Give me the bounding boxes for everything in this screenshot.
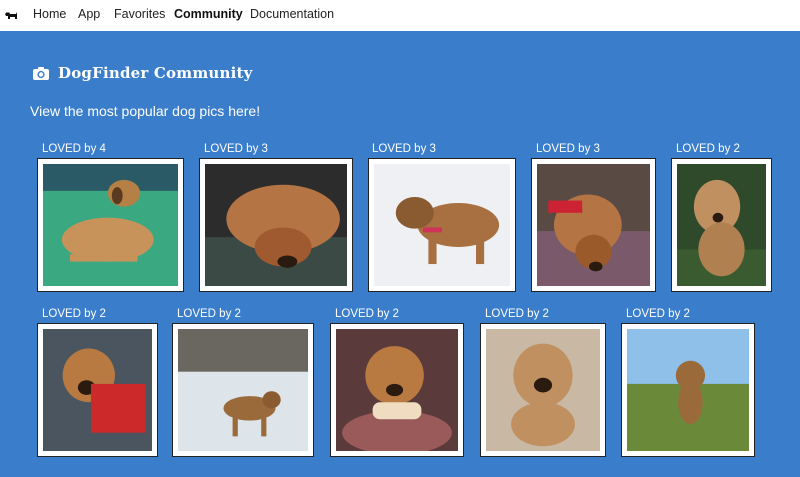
loved-count-label: LOVED by 3	[204, 143, 268, 155]
loved-count-label: LOVED by 3	[536, 143, 600, 155]
dog-photo-card[interactable]	[671, 158, 772, 292]
dog-photo	[205, 164, 347, 286]
dog-photo-card[interactable]	[330, 323, 464, 457]
dog-icon[interactable]	[4, 8, 18, 22]
camera-icon	[33, 67, 49, 80]
loved-count-label: LOVED by 2	[676, 143, 740, 155]
dog-photo	[374, 164, 510, 286]
loved-count-label: LOVED by 2	[177, 308, 241, 320]
loved-count-label: LOVED by 3	[372, 143, 436, 155]
page-subtitle: View the most popular dog pics here!	[30, 103, 261, 119]
dog-photo	[336, 329, 458, 451]
dog-photo-card[interactable]	[172, 323, 314, 457]
page-title-text: DogFinder Community	[58, 64, 253, 82]
dog-photo	[43, 329, 152, 451]
dog-photo	[178, 329, 308, 451]
dog-photo	[677, 164, 766, 286]
loved-count-label: LOVED by 4	[42, 143, 106, 155]
dog-photo-card[interactable]	[37, 158, 184, 292]
dog-photo	[486, 329, 600, 451]
nav-documentation-link[interactable]: Documentation	[250, 7, 334, 21]
dog-photo-card[interactable]	[480, 323, 606, 457]
loved-count-label: LOVED by 2	[335, 308, 399, 320]
page-title: DogFinder Community	[32, 64, 253, 82]
dog-photo	[537, 164, 650, 286]
nav-favorites-link[interactable]: Favorites	[114, 7, 165, 21]
dog-photo	[627, 329, 749, 451]
dog-photo-card[interactable]	[37, 323, 158, 457]
loved-count-label: LOVED by 2	[485, 308, 549, 320]
loved-count-label: LOVED by 2	[42, 308, 106, 320]
dog-photo-card[interactable]	[199, 158, 353, 292]
dog-photo-card[interactable]	[368, 158, 516, 292]
nav-app-link[interactable]: App	[78, 7, 100, 21]
nav-community-link[interactable]: Community	[174, 7, 243, 21]
nav-home-link[interactable]: Home	[33, 7, 66, 21]
dog-photo-card[interactable]	[531, 158, 656, 292]
top-navbar: Home App Favorites Community Documentati…	[0, 0, 800, 31]
loved-count-label: LOVED by 2	[626, 308, 690, 320]
dog-photo	[43, 164, 178, 286]
dog-photo-card[interactable]	[621, 323, 755, 457]
